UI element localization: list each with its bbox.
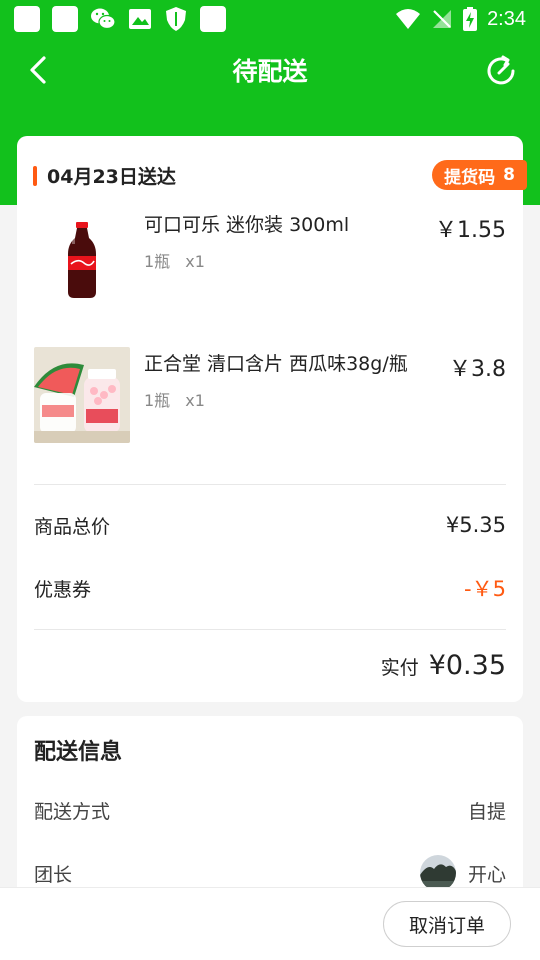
delivery-date: 04月23日送达 [47,166,176,188]
delivery-info-card: 配送信息 配送方式 自提 团长 开心 [17,716,523,916]
avatar [419,855,456,891]
product-spec: 1瓶 x1 [144,387,215,411]
pickup-code-value: 8 [503,165,515,185]
navigation-bar: 待配送 [0,38,540,102]
order-item[interactable]: 可口可乐 迷你装 300ml 1瓶 x1 ￥1.55 [34,208,506,304]
order-item[interactable]: 正合堂 清口含片 西瓜味38g/瓶 1瓶 x1 ￥3.8 [34,347,506,443]
product-qty: x1 [185,391,205,410]
group-leader-name: 开心 [467,863,506,886]
product-spec: 1瓶 x1 [144,248,215,272]
coupon-row[interactable]: 优惠券 -￥5 [34,573,506,603]
paid-row: 实付 ¥0.35 [381,650,506,681]
product-price: ￥3.8 [449,357,506,382]
wechat-icon [91,8,116,30]
accent-bar [33,165,37,186]
product-name: 可口可乐 迷你装 300ml [144,214,350,236]
product-unit: 1瓶 [144,391,171,410]
cancel-order-button[interactable]: 取消订单 [383,901,511,947]
no-signal-icon [433,10,452,28]
chevron-left-icon[interactable] [22,52,58,88]
subtotal-value: ¥5.35 [445,513,506,537]
product-name: 正合堂 清口含片 西瓜味38g/瓶 [144,353,408,375]
group-leader-row[interactable]: 团长 开心 [34,855,506,891]
subtotal-row: 商品总价 ¥5.35 [34,510,506,540]
group-leader-value: 开心 [419,855,506,891]
refresh-icon[interactable] [482,52,520,90]
paid-label: 实付 [380,657,419,679]
wifi-icon [396,9,421,29]
pickup-code-badge: 提货码 8 [432,160,527,190]
image-icon [129,9,151,29]
status-time: 2:34 [487,7,526,30]
paid-value: ¥0.35 [428,650,506,681]
product-price: ￥1.55 [435,218,506,243]
coupon-label: 优惠券 [34,578,92,601]
subtotal-label: 商品总价 [34,515,111,538]
notification-square-icon [14,6,40,32]
shield-icon [166,7,186,31]
notification-square-icon [52,6,78,32]
page-title: 待配送 [232,57,308,86]
group-leader-label: 团长 [34,863,73,886]
divider [34,484,506,485]
delivery-method-text: 自提 [467,800,506,823]
delivery-method-value: 自提 [468,797,506,824]
status-bar: 2:34 [0,0,540,38]
delivery-method-row: 配送方式 自提 [34,795,506,825]
product-image [34,208,130,304]
divider [34,629,506,630]
product-unit: 1瓶 [144,252,171,271]
notification-square-icon [200,6,226,32]
order-card: 04月23日送达 提货码 8 可口可乐 迷你装 300ml 1瓶 x1 ￥1.5… [17,136,527,702]
product-image [34,347,130,443]
pickup-code-label: 提货码 [444,167,496,188]
section-title: 配送信息 [34,740,123,765]
bottom-action-bar: 取消订单 [0,887,540,960]
battery-charging-icon [463,7,478,31]
product-qty: x1 [185,252,205,271]
delivery-method-label: 配送方式 [34,800,111,823]
delivery-date-row: 04月23日送达 [33,162,176,189]
coupon-value: -￥5 [464,577,506,601]
